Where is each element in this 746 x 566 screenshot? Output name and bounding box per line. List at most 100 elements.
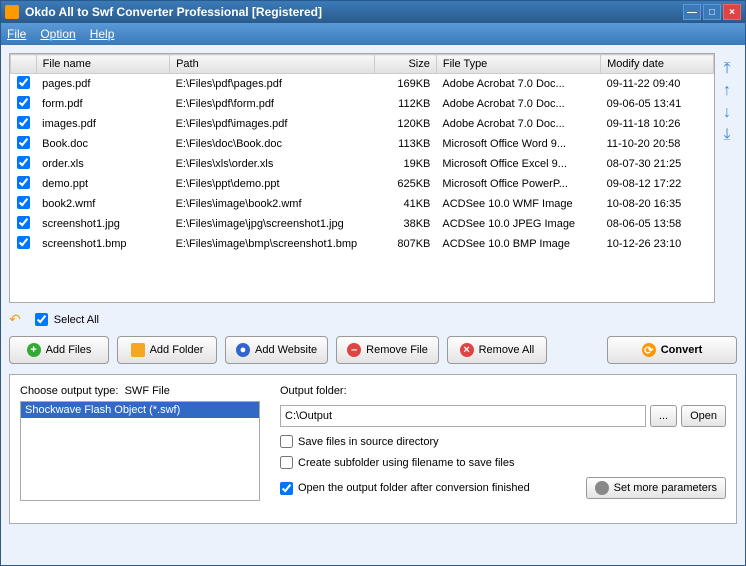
create-subfolder-row: Create subfolder using filename to save …	[280, 456, 726, 469]
save-in-source-label[interactable]: Save files in source directory	[298, 436, 439, 448]
add-files-label: Add Files	[46, 344, 92, 356]
table-row[interactable]: Book.docE:\Files\doc\Book.doc113KBMicros…	[11, 134, 714, 154]
create-subfolder-checkbox[interactable]	[280, 456, 293, 469]
open-after-label[interactable]: Open the output folder after conversion …	[298, 482, 530, 494]
cell-type: ACDSee 10.0 BMP Image	[436, 234, 600, 254]
table-row[interactable]: screenshot1.jpgE:\Files\image\jpg\screen…	[11, 214, 714, 234]
menu-file[interactable]: File	[7, 27, 26, 41]
table-row[interactable]: order.xlsE:\Files\xls\order.xls19KBMicro…	[11, 154, 714, 174]
table-row[interactable]: images.pdfE:\Files\pdf\images.pdf120KBAd…	[11, 114, 714, 134]
gear-icon	[595, 481, 609, 495]
maximize-button[interactable]: □	[703, 4, 721, 20]
plus-icon: +	[27, 343, 41, 357]
select-all-checkbox[interactable]	[35, 313, 48, 326]
menubar: File Option Help	[1, 23, 745, 45]
table-row[interactable]: pages.pdfE:\Files\pdf\pages.pdf169KBAdob…	[11, 74, 714, 95]
column-checkbox[interactable]	[11, 55, 37, 74]
cell-size: 41KB	[375, 194, 437, 214]
open-after-row: Open the output folder after conversion …	[280, 482, 576, 495]
select-all-label[interactable]: Select All	[54, 314, 99, 326]
move-top-icon[interactable]: ⤒	[719, 61, 735, 77]
folder-input-row: ... Open	[280, 405, 726, 427]
output-folder-input[interactable]	[280, 405, 646, 427]
remove-file-label: Remove File	[366, 344, 428, 356]
cell-type: ACDSee 10.0 WMF Image	[436, 194, 600, 214]
table-row[interactable]: book2.wmfE:\Files\image\book2.wmf41KBACD…	[11, 194, 714, 214]
remove-file-button[interactable]: –Remove File	[336, 336, 439, 364]
column-type[interactable]: File Type	[436, 55, 600, 74]
move-bottom-icon[interactable]: ⤓	[719, 127, 735, 143]
cell-type: Adobe Acrobat 7.0 Doc...	[436, 94, 600, 114]
cell-path: E:\Files\pdf\images.pdf	[170, 114, 375, 134]
row-checkbox[interactable]	[17, 96, 30, 109]
cell-size: 120KB	[375, 114, 437, 134]
convert-button[interactable]: ⟳Convert	[607, 336, 737, 364]
table-row[interactable]: form.pdfE:\Files\pdf\form.pdf112KBAdobe …	[11, 94, 714, 114]
remove-all-button[interactable]: ×Remove All	[447, 336, 547, 364]
minimize-button[interactable]: —	[683, 4, 701, 20]
add-files-button[interactable]: + Add Files	[9, 336, 109, 364]
x-icon: ×	[460, 343, 474, 357]
save-in-source-row: Save files in source directory	[280, 435, 726, 448]
open-folder-button[interactable]: Open	[681, 405, 726, 427]
cell-path: E:\Files\pdf\pages.pdf	[170, 74, 375, 95]
row-checkbox[interactable]	[17, 76, 30, 89]
cell-name: Book.doc	[36, 134, 169, 154]
cell-path: E:\Files\pdf\form.pdf	[170, 94, 375, 114]
row-checkbox[interactable]	[17, 156, 30, 169]
reorder-arrows: ⤒ ↑ ↓ ⤓	[715, 53, 737, 303]
cell-size: 807KB	[375, 234, 437, 254]
table-row[interactable]: screenshot1.bmpE:\Files\image\bmp\screen…	[11, 234, 714, 254]
column-name[interactable]: File name	[36, 55, 169, 74]
cell-name: demo.ppt	[36, 174, 169, 194]
move-up-icon[interactable]: ↑	[719, 83, 735, 99]
cell-type: Adobe Acrobat 7.0 Doc...	[436, 114, 600, 134]
row-checkbox[interactable]	[17, 116, 30, 129]
window-title: Okdo All to Swf Converter Professional […	[25, 5, 683, 19]
menu-help[interactable]: Help	[90, 27, 115, 41]
cell-date: 09-11-22 09:40	[601, 74, 714, 95]
output-type-item[interactable]: Shockwave Flash Object (*.swf)	[21, 402, 259, 418]
column-date[interactable]: Modify date	[601, 55, 714, 74]
cell-size: 19KB	[375, 154, 437, 174]
row-checkbox[interactable]	[17, 216, 30, 229]
cell-type: Microsoft Office Word 9...	[436, 134, 600, 154]
row-checkbox[interactable]	[17, 236, 30, 249]
output-type-section: Choose output type: SWF File Shockwave F…	[20, 385, 260, 513]
row-checkbox[interactable]	[17, 196, 30, 209]
row-checkbox[interactable]	[17, 136, 30, 149]
output-folder-label: Output folder:	[280, 385, 726, 397]
cell-type: Microsoft Office PowerP...	[436, 174, 600, 194]
create-subfolder-label[interactable]: Create subfolder using filename to save …	[298, 457, 514, 469]
column-path[interactable]: Path	[170, 55, 375, 74]
add-website-button[interactable]: ●Add Website	[225, 336, 328, 364]
add-folder-button[interactable]: Add Folder	[117, 336, 217, 364]
move-down-icon[interactable]: ↓	[719, 105, 735, 121]
menu-option[interactable]: Option	[40, 27, 75, 41]
output-type-list[interactable]: Shockwave Flash Object (*.swf)	[20, 401, 260, 501]
cell-name: form.pdf	[36, 94, 169, 114]
more-parameters-label: Set more parameters	[614, 482, 717, 494]
cell-name: book2.wmf	[36, 194, 169, 214]
row-checkbox[interactable]	[17, 176, 30, 189]
open-after-checkbox[interactable]	[280, 482, 293, 495]
cell-path: E:\Files\image\bmp\screenshot1.bmp	[170, 234, 375, 254]
titlebar: Okdo All to Swf Converter Professional […	[1, 1, 745, 23]
cell-path: E:\Files\doc\Book.doc	[170, 134, 375, 154]
cell-path: E:\Files\image\book2.wmf	[170, 194, 375, 214]
app-window: Okdo All to Swf Converter Professional […	[0, 0, 746, 566]
column-size[interactable]: Size	[375, 55, 437, 74]
cell-date: 09-11-18 10:26	[601, 114, 714, 134]
browse-button[interactable]: ...	[650, 405, 677, 427]
bottom-panel: Choose output type: SWF File Shockwave F…	[9, 374, 737, 524]
cell-size: 625KB	[375, 174, 437, 194]
cell-path: E:\Files\ppt\demo.ppt	[170, 174, 375, 194]
table-row[interactable]: demo.pptE:\Files\ppt\demo.ppt625KBMicros…	[11, 174, 714, 194]
content-area: File name Path Size File Type Modify dat…	[1, 45, 745, 565]
more-parameters-button[interactable]: Set more parameters	[586, 477, 726, 499]
output-type-label: Choose output type: SWF File	[20, 385, 260, 397]
cell-name: screenshot1.jpg	[36, 214, 169, 234]
close-button[interactable]: ×	[723, 4, 741, 20]
save-in-source-checkbox[interactable]	[280, 435, 293, 448]
globe-icon: ●	[236, 343, 250, 357]
